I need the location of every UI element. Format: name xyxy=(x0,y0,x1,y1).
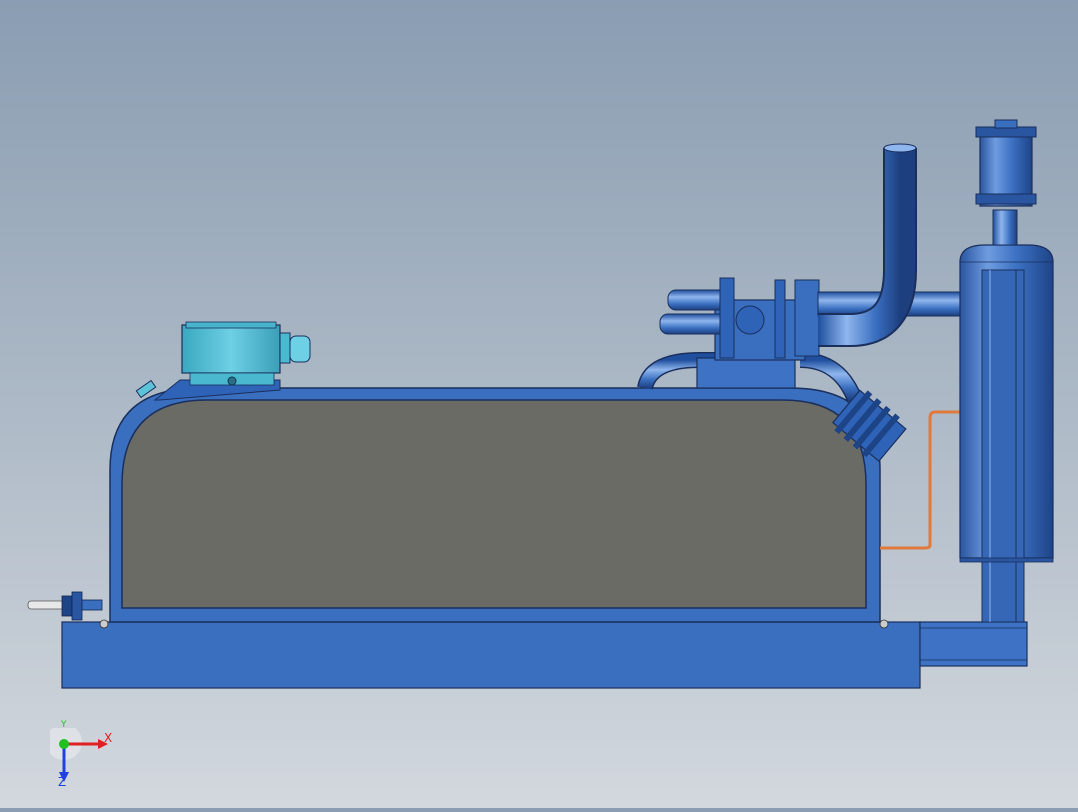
tank[interactable] xyxy=(99,387,889,629)
vacuum-valve[interactable] xyxy=(975,119,1037,246)
axis-label-z: Z xyxy=(58,775,67,789)
level-sensor[interactable] xyxy=(27,591,103,621)
coordinate-triad: X Y Z xyxy=(46,720,120,790)
separator-vessel[interactable] xyxy=(959,244,1054,623)
bolt-icon xyxy=(99,619,109,629)
base-frame[interactable] xyxy=(61,621,1028,689)
axis-label-y: Y xyxy=(61,720,67,730)
bolt-icon xyxy=(879,619,889,629)
axis-label-x: X xyxy=(104,731,113,745)
model-drawing xyxy=(27,119,1054,689)
cad-viewport[interactable]: X Y Z xyxy=(0,0,1078,808)
tank-panel xyxy=(121,399,867,609)
